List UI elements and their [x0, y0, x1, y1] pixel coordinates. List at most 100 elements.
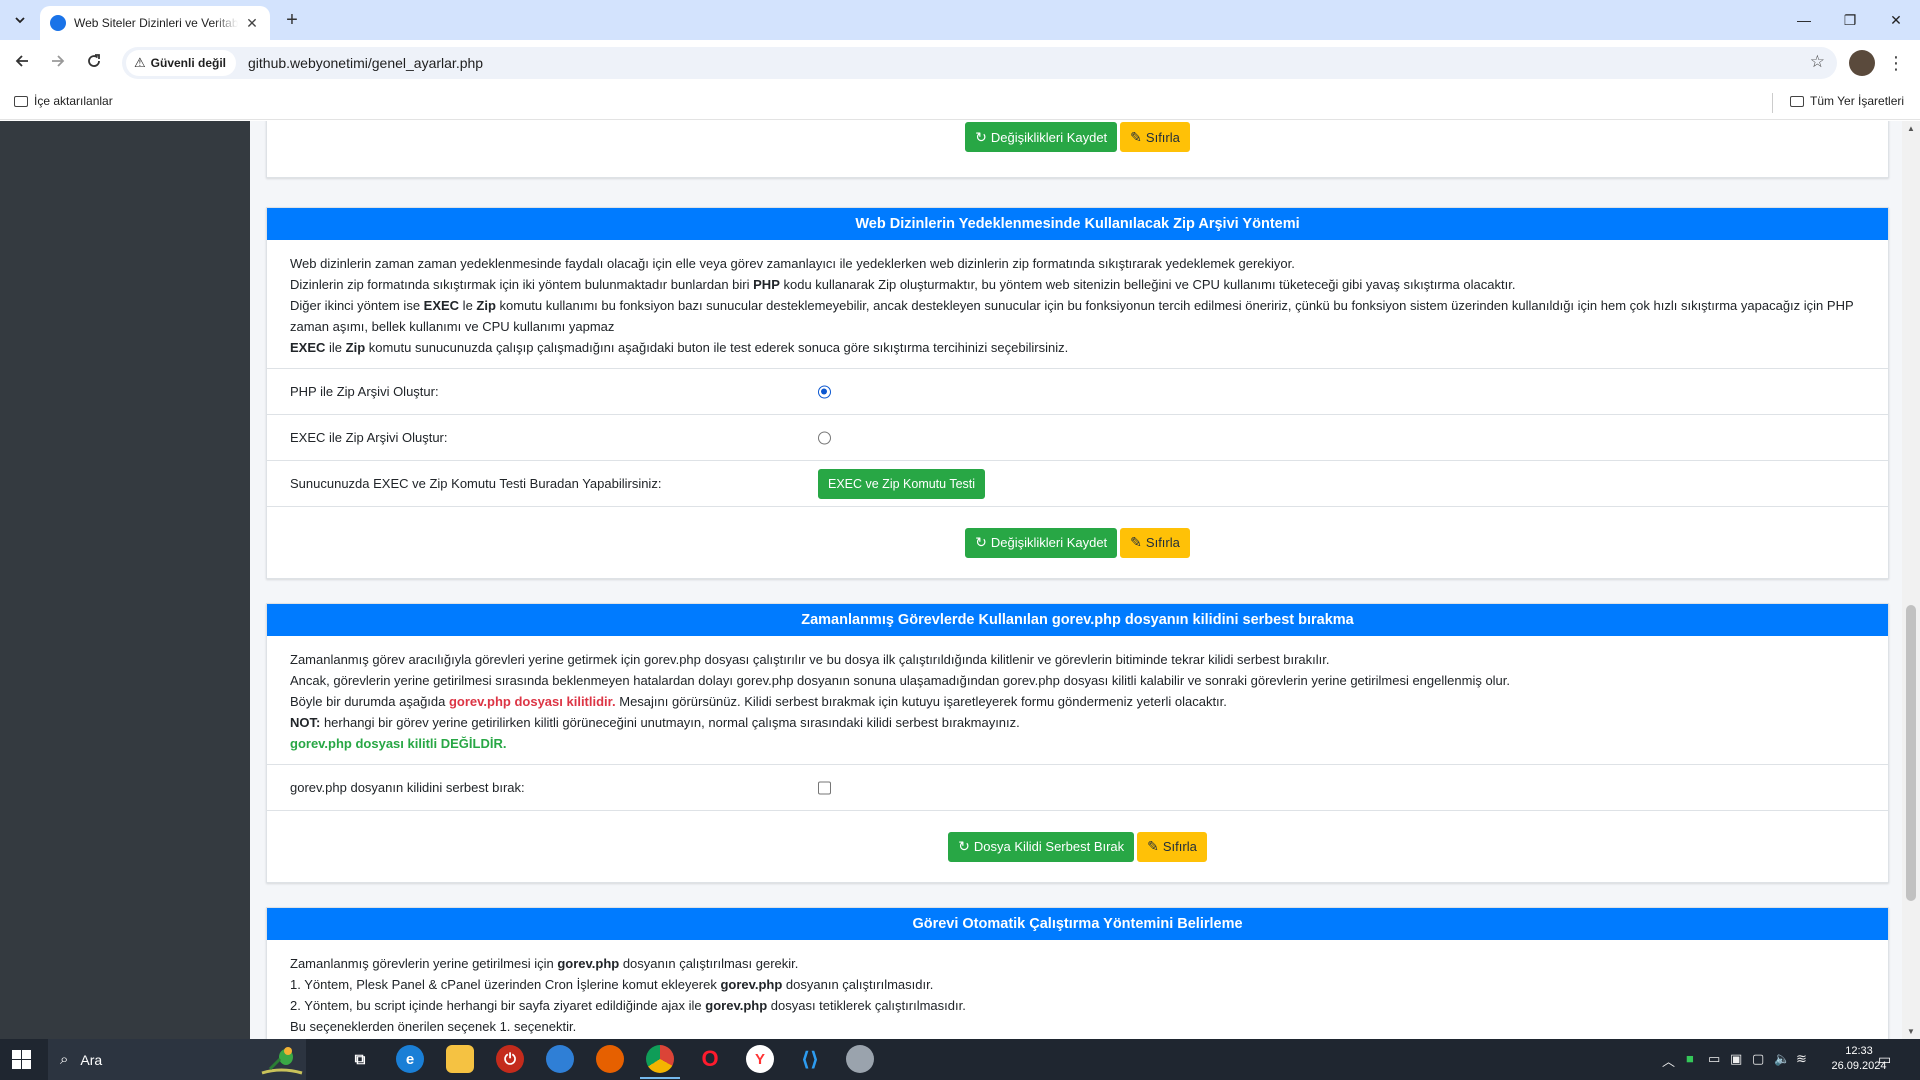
unlock-option-row: gorev.php dosyanın kilidini serbest bıra… [267, 764, 1888, 810]
bookmark-label: Tüm Yer İşaretleri [1810, 94, 1905, 108]
notification-icon[interactable]: ▭ [1878, 1051, 1891, 1068]
admin-sidebar [0, 121, 250, 1039]
browser-tab-active[interactable]: Web Siteler Dizinleri ve Veritabanları ✕ [40, 6, 270, 40]
search-icon: ⌕ [60, 1051, 69, 1068]
yandex-browser-icon[interactable]: Y [746, 1045, 774, 1073]
zip-method-card: Web Dizinlerin Yedeklenmesinde Kullanıla… [266, 207, 1889, 579]
tray-app-icon[interactable]: ■ [1686, 1051, 1694, 1066]
page-viewport: ↻ Değişiklikleri Kaydet ✎ Sıfırla Web Di… [0, 121, 1920, 1039]
tray-expand-icon[interactable]: ︿ [1662, 1051, 1675, 1070]
scrollbar-thumb[interactable] [1906, 605, 1916, 901]
card-footer: ↻ Değişiklikleri Kaydet ✎ Sıfırla [267, 122, 1888, 152]
opera-icon[interactable]: O [696, 1045, 724, 1073]
card-description: Zamanlanmış görevlerin yerine getirilmes… [267, 940, 1888, 1039]
refresh-icon: ↻ [975, 128, 987, 145]
bookmarks-bar: İçe aktarılanlar Tüm Yer İşaretleri [0, 86, 1920, 120]
php-zip-radio[interactable] [818, 385, 831, 398]
unlock-checkbox[interactable] [818, 781, 831, 794]
power-app-icon[interactable]: ⏻ [496, 1045, 524, 1073]
tab-title: Web Siteler Dizinleri ve Veritabanları [74, 16, 238, 30]
lock-status: gorev.php dosyası kilitli DEĞİLDİR. [290, 736, 507, 751]
page-scrollbar[interactable]: ▲ ▼ [1902, 121, 1920, 1039]
save-button[interactable]: ↻ Değişiklikleri Kaydet [965, 122, 1118, 152]
battery-icon[interactable]: ▭ [1708, 1051, 1720, 1067]
new-tab-button[interactable]: + [280, 9, 304, 33]
bookmark-label: İçe aktarılanlar [34, 94, 113, 108]
reset-button[interactable]: ✎ Sıfırla [1137, 831, 1207, 862]
exec-zip-option-row: EXEC ile Zip Arşivi Oluştur: [267, 414, 1888, 460]
scroll-up-icon[interactable]: ▲ [1907, 124, 1915, 133]
auto-run-method-card: Görevi Otomatik Çalıştırma Yöntemini Bel… [266, 907, 1889, 1039]
refresh-icon: ↻ [958, 838, 970, 854]
arrow-right-icon [52, 55, 65, 67]
meet-icon[interactable]: ▢ [1752, 1051, 1764, 1067]
security-indicator[interactable]: ⚠ Güvenli değil [126, 50, 237, 76]
unlock-label: gorev.php dosyanın kilidini serbest bıra… [290, 780, 525, 795]
restore-button[interactable]: ❐ [1827, 6, 1873, 34]
refresh-icon: ↻ [975, 534, 987, 550]
minimize-button[interactable]: — [1781, 6, 1827, 34]
eraser-icon: ✎ [1130, 128, 1142, 145]
site-favicon-icon [50, 15, 66, 31]
description-line: Bu seçeneklerden önerilen seçenek 1. seç… [290, 1019, 577, 1034]
address-bar[interactable]: ⚠ Güvenli değil github.webyonetimi/genel… [122, 47, 1837, 79]
task-view-icon[interactable]: ⧉ [346, 1045, 374, 1073]
file-explorer-icon[interactable] [446, 1045, 474, 1073]
eraser-icon: ✎ [1130, 534, 1142, 550]
description-line: Böyle bir durumda aşağıda gorev.php dosy… [290, 694, 1227, 709]
reset-button[interactable]: ✎ Sıfırla [1120, 122, 1190, 152]
description-line: Zamanlanmış görev aracılığıyla görevleri… [290, 652, 1330, 667]
content-area: ↻ Değişiklikleri Kaydet ✎ Sıfırla Web Di… [250, 121, 1902, 1039]
tab-search-button[interactable] [8, 8, 32, 32]
save-button[interactable]: ↻ Değişiklikleri Kaydet [965, 527, 1118, 558]
button-label: Sıfırla [1145, 129, 1180, 145]
button-label: Sıfırla [1145, 535, 1180, 550]
description-line: Web dizinlerin zaman zaman yedeklenmesin… [290, 256, 1295, 271]
reload-icon [88, 54, 100, 67]
exec-zip-radio[interactable] [818, 431, 831, 444]
url-text[interactable]: github.webyonetimi/genel_ayarlar.php [248, 55, 483, 71]
exec-test-row: Sunucunuzda EXEC ve Zip Komutu Testi Bur… [267, 460, 1888, 506]
scroll-down-icon[interactable]: ▼ [1907, 1027, 1915, 1036]
exec-zip-test-button[interactable]: EXEC ve Zip Komutu Testi [818, 468, 986, 499]
chrome-icon[interactable] [640, 1045, 680, 1079]
description-line: Diğer ikinci yöntem ise EXEC le Zip komu… [290, 298, 1854, 334]
divider [1772, 93, 1773, 113]
firefox-icon[interactable] [596, 1045, 624, 1073]
button-label: Sıfırla [1162, 839, 1197, 854]
chevron-down-icon [15, 17, 25, 24]
all-bookmarks-button[interactable]: Tüm Yer İşaretleri [1790, 94, 1904, 108]
browser-menu-icon[interactable]: ⋮ [1886, 50, 1906, 76]
volume-icon[interactable]: 🔈 [1774, 1051, 1790, 1067]
windows-start-icon[interactable] [12, 1050, 31, 1069]
task-lock-card: Zamanlanmış Görevlerde Kullanılan gorev.… [266, 603, 1889, 883]
app-icon[interactable] [846, 1045, 874, 1073]
card-title: Görevi Otomatik Çalıştırma Yöntemini Bel… [267, 908, 1888, 940]
previous-settings-card: ↻ Değişiklikleri Kaydet ✎ Sıfırla [266, 121, 1889, 178]
security-label: Güvenli değil [150, 56, 227, 70]
warning-icon: ⚠ [134, 55, 146, 70]
search-placeholder: Ara [80, 1051, 103, 1068]
forward-button[interactable] [44, 49, 72, 77]
unlock-file-button[interactable]: ↻ Dosya Kilidi Serbest Bırak [948, 831, 1135, 862]
device-icon[interactable]: ▣ [1730, 1051, 1742, 1067]
reload-button[interactable] [80, 49, 108, 77]
description-line: EXEC ile Zip komutu sunucunuzda çalışıp … [290, 340, 1069, 355]
close-window-button[interactable]: ✕ [1873, 6, 1919, 34]
description-line: Dizinlerin zip formatında sıkıştırmak iç… [290, 277, 1516, 292]
back-button[interactable] [8, 49, 36, 77]
profile-avatar[interactable] [1849, 50, 1875, 76]
reset-button[interactable]: ✎ Sıfırla [1120, 527, 1190, 558]
thunderbird-icon[interactable] [546, 1045, 574, 1073]
eraser-icon: ✎ [1147, 838, 1159, 854]
card-title: Zamanlanmış Görevlerde Kullanılan gorev.… [267, 604, 1888, 636]
bookmark-star-icon[interactable]: ☆ [1810, 52, 1825, 72]
wifi-icon[interactable]: ≋ [1796, 1051, 1807, 1067]
button-label: Dosya Kilidi Serbest Bırak [973, 839, 1125, 854]
close-tab-icon[interactable]: ✕ [244, 15, 260, 31]
description-line: NOT: herhangi bir görev yerine getirilir… [290, 715, 1020, 730]
vscode-icon[interactable]: ⟨⟩ [796, 1045, 824, 1073]
search-highlight-bird-icon [261, 1047, 303, 1075]
edge-browser-icon[interactable]: e [396, 1045, 424, 1073]
bookmark-folder-imported[interactable]: İçe aktarılanlar [14, 94, 113, 108]
